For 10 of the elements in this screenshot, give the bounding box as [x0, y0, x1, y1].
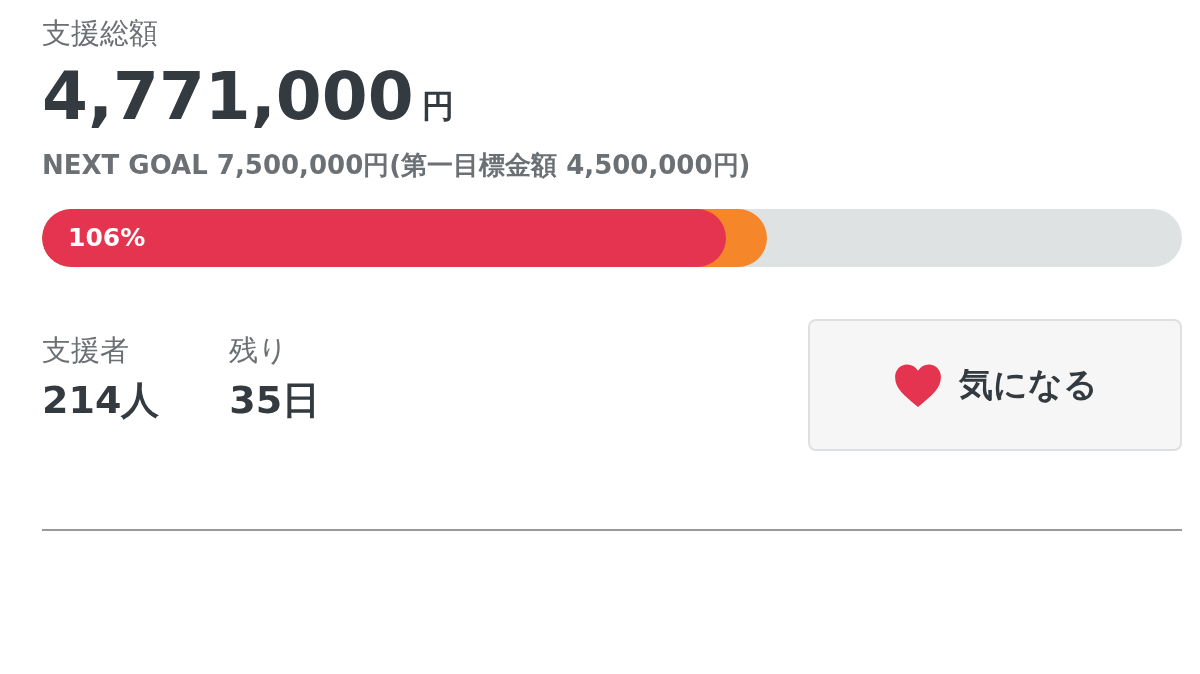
- total-label: 支援総額: [42, 15, 159, 52]
- favorite-button[interactable]: 気になる: [808, 318, 1182, 451]
- stat-value: 214人: [42, 377, 160, 424]
- progress-percent: 106%: [68, 221, 146, 254]
- stat-value: 35日: [229, 377, 321, 424]
- stat-label: 支援者: [42, 331, 130, 369]
- next-goal-text: NEXT GOAL 7,500,000円(第一目標金額 4,500,000円): [42, 148, 752, 182]
- currency-unit: 円: [421, 85, 454, 127]
- stat-label: 残り: [229, 331, 290, 369]
- total-amount: 4,771,000: [42, 63, 414, 130]
